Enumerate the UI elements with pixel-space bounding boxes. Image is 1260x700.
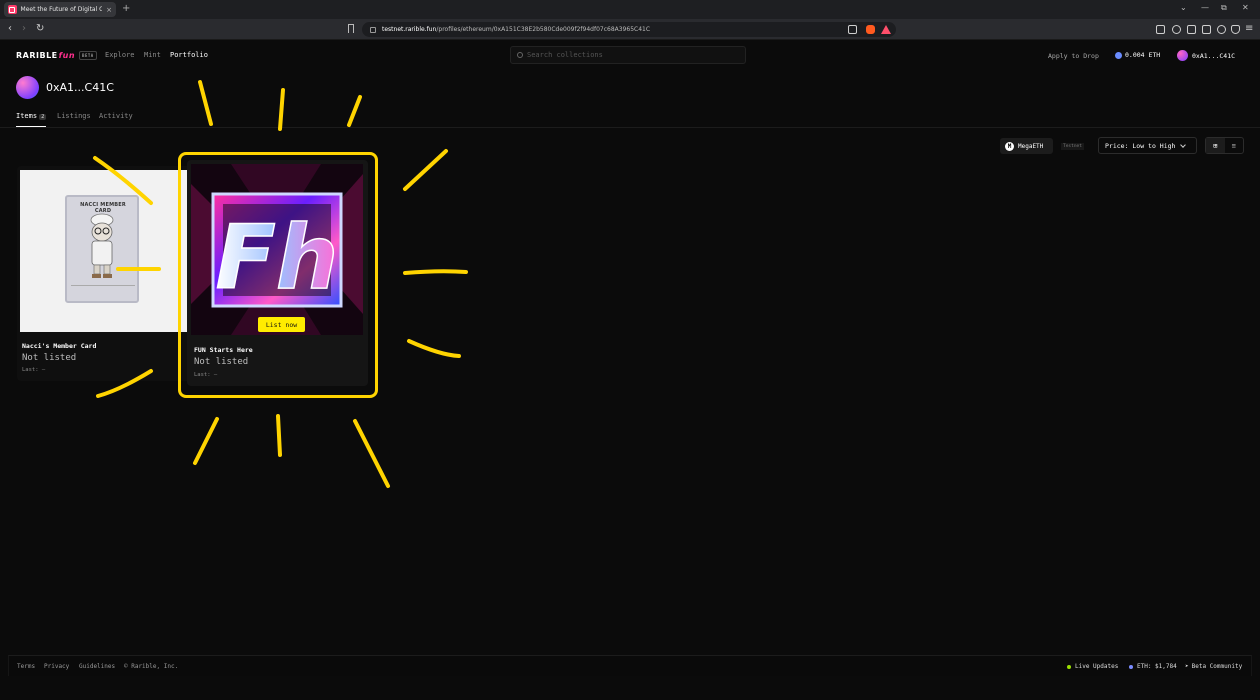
sort-dropdown[interactable]: Price: Low to High [1098,137,1197,154]
page-footer: Terms Privacy Guidelines © Rarible, Inc.… [8,655,1252,676]
highlight-box [178,152,378,398]
browser-tab[interactable]: Meet the Future of Digital Colle × [4,2,116,17]
nft-image: NACCI MEMBER CARD [20,170,190,332]
forward-button[interactable]: › [22,23,26,34]
nav-portfolio[interactable]: Portfolio [170,51,208,59]
bookmark-icon[interactable] [348,24,354,33]
chain-label: MegaETH [1018,142,1044,150]
balance-text: 0.004 ETH [1125,51,1161,59]
view-toggle: ⊞ ≡ [1205,137,1244,154]
eth-icon [1129,664,1133,669]
logo-fun-text: fun [58,51,76,60]
character-illustration [90,213,114,278]
footer-terms-link[interactable]: Terms [17,663,35,670]
avatar [1177,50,1188,61]
live-indicator-icon [1067,664,1071,669]
extensions-icon[interactable] [1156,25,1165,34]
tab-title: Meet the Future of Digital Colle [20,6,103,13]
eth-icon [1115,51,1122,59]
close-window-button[interactable]: ✕ [1242,3,1249,12]
profile-avatar [16,76,39,99]
tab-items[interactable]: Items 2 [16,112,47,120]
chevron-down-icon [1180,141,1187,148]
eth-price: ETH: $1,784 [1129,663,1177,670]
eth-price-label: ETH: $1,784 [1137,663,1177,670]
list-view-icon[interactable]: ≡ [1225,138,1244,153]
grid-view-icon[interactable]: ⊞ [1206,138,1225,153]
tab-search-icon[interactable]: ⌄ [1180,3,1187,12]
search-input[interactable] [527,51,737,59]
live-updates-status: Live Updates [1067,663,1118,670]
vpn-shield-icon[interactable] [1231,25,1240,34]
back-button[interactable]: ‹ [8,23,12,34]
items-count-badge: 2 [39,114,47,120]
testnet-badge: Testnet [1061,143,1084,150]
item-last-price: Last: – [22,367,46,373]
leo-icon[interactable] [1217,25,1226,34]
site-info-icon[interactable] [370,26,376,33]
wallet-icon[interactable] [1202,25,1211,34]
share-icon[interactable] [848,25,857,34]
apply-to-drop-link[interactable]: Apply to Drop [1048,52,1099,60]
brave-rewards-icon[interactable] [881,25,891,34]
sidebar-icon[interactable] [1187,25,1196,34]
rarible-fun-logo[interactable]: RARIBLE fun BETA [16,51,97,60]
footer-copyright: © Rarible, Inc. [124,663,179,670]
footer-guidelines-link[interactable]: Guidelines [79,663,115,670]
search-icon [517,52,523,58]
nav-explore[interactable]: Explore [105,51,135,59]
item-status: Not listed [22,353,77,363]
music-icon[interactable] [1172,25,1181,34]
member-card-art: NACCI MEMBER CARD [65,195,139,303]
beta-badge: BETA [79,51,97,60]
browser-toolbar: ‹ › ↻ testnet.rarible.fun/profiles/ether… [0,19,1260,40]
nft-card-nacci[interactable]: NACCI MEMBER CARD Nacci's Member Card No… [17,166,192,381]
chain-filter-megaeth[interactable]: M MegaETH [1000,138,1053,154]
tabs-divider [0,127,1260,128]
footer-privacy-link[interactable]: Privacy [44,663,69,670]
new-tab-button[interactable]: + [122,3,130,14]
telegram-icon: ➤ [1185,663,1189,670]
tab-items-label: Items [16,112,38,120]
reload-button[interactable]: ↻ [36,23,44,34]
account-button[interactable]: 0xA1...C41C [1177,50,1235,61]
menu-icon[interactable]: ≡ [1245,23,1253,34]
tab-close-icon[interactable]: × [106,6,112,14]
profile-name: 0xA1...C41C [46,81,114,94]
url-text: testnet.rarible.fun/profiles/ethereum/0x… [382,26,651,33]
address-bar[interactable]: testnet.rarible.fun/profiles/ethereum/0x… [362,22,896,37]
beta-community-link[interactable]: ➤ Beta Community [1185,663,1242,670]
tab-activity[interactable]: Activity [99,112,133,120]
beta-community-label: Beta Community [1191,663,1243,670]
rarible-favicon-icon [8,5,17,14]
sort-label: Price: Low to High [1105,141,1176,150]
search-box [510,46,746,64]
account-address: 0xA1...C41C [1192,51,1236,60]
restore-button[interactable]: ⧉ [1221,3,1227,13]
brave-shields-icon[interactable] [866,25,875,34]
megaeth-icon: M [1005,141,1014,151]
nav-mint[interactable]: Mint [144,51,161,59]
tab-listings[interactable]: Listings [57,112,91,120]
minimize-button[interactable]: — [1201,3,1209,12]
logo-text: RARIBLE [16,51,58,60]
live-updates-label: Live Updates [1075,663,1119,670]
item-title: Nacci's Member Card [22,342,97,350]
member-card-footer [71,285,135,299]
wallet-balance[interactable]: 0.004 ETH [1115,51,1160,59]
browser-tab-bar: Meet the Future of Digital Colle × + ⌄ —… [0,0,1260,19]
